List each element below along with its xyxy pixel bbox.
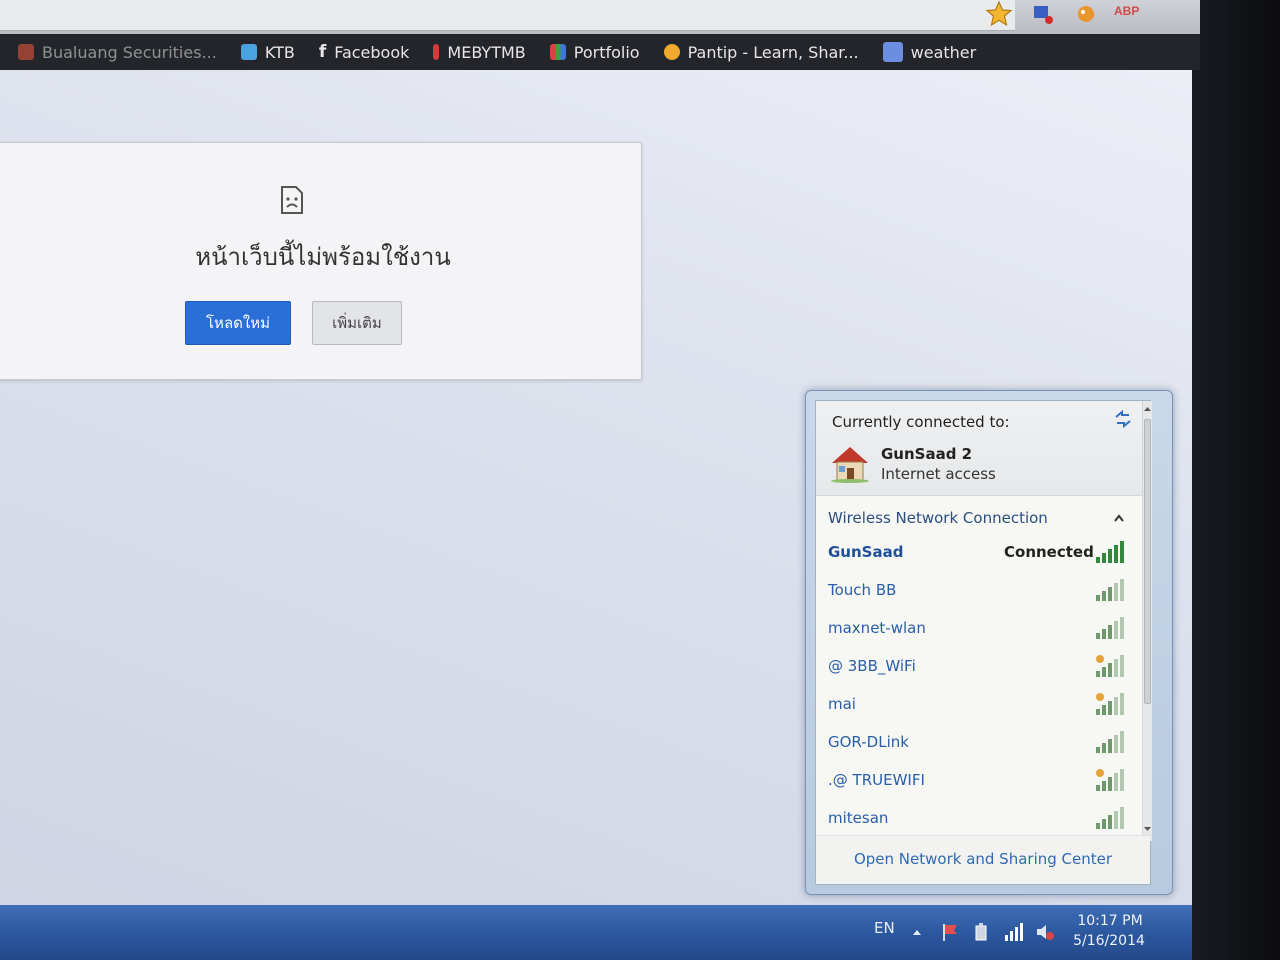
refresh-icon[interactable] [1112, 409, 1134, 429]
network-item[interactable]: mai [816, 685, 1142, 723]
network-item[interactable]: .@ TRUEWIFI [816, 761, 1142, 799]
bookmark-weather[interactable]: weather [871, 42, 989, 62]
scroll-up-icon[interactable] [1144, 405, 1151, 413]
network-item[interactable]: mitesan [816, 799, 1142, 833]
network-flyout: Currently connected to: GunSaad 2 Intern… [805, 390, 1173, 895]
bookmark-facebook[interactable]: f Facebook [307, 42, 422, 62]
facebook-icon: f [318, 42, 327, 62]
extension-icon[interactable] [1032, 3, 1054, 25]
signal-strength-icon [1096, 769, 1124, 791]
bookmark-label: Bualuang Securities... [42, 42, 217, 62]
network-name: .@ TRUEWIFI [828, 771, 925, 789]
signal-strength-icon [1096, 655, 1124, 677]
more-button[interactable]: เพิ่มเติม [312, 301, 402, 345]
signal-strength-icon [1096, 731, 1124, 753]
bookmark-bualuang[interactable]: Bualuang Securities... [0, 43, 229, 62]
network-sharing-center-link[interactable]: Open Network and Sharing Center [816, 850, 1150, 868]
network-name: mitesan [828, 809, 889, 827]
chevron-up-icon[interactable] [1113, 513, 1125, 523]
show-hidden-icons-icon[interactable] [910, 921, 924, 943]
network-item[interactable]: GunSaad Connected [816, 533, 1142, 571]
signal-strength-icon [1096, 693, 1124, 715]
network-flyout-panel: Currently connected to: GunSaad 2 Intern… [815, 400, 1152, 885]
extension-icon[interactable] [1075, 3, 1097, 25]
scroll-thumb[interactable] [1144, 419, 1151, 704]
current-network-name: GunSaad 2 [881, 445, 973, 463]
bookmark-label: weather [910, 42, 977, 62]
error-title: หน้าเว็บนี้ไม่พร้อมใช้งาน [195, 243, 451, 271]
ktb-icon [240, 44, 257, 60]
network-name: GunSaad [828, 543, 904, 561]
wireless-section-header[interactable]: Wireless Network Connection [828, 509, 1048, 527]
scroll-down-icon[interactable] [1144, 825, 1151, 833]
flyout-footer: Open Network and Sharing Center [816, 835, 1150, 884]
bookmark-label: Facebook [334, 42, 410, 62]
error-card: หน้าเว็บนี้ไม่พร้อมใช้งาน โหลดใหม่ เพิ่ม… [0, 142, 642, 380]
signal-strength-icon [1096, 807, 1124, 829]
address-bar[interactable] [0, 0, 1015, 31]
signal-strength-icon [1096, 541, 1124, 563]
bookmark-label: Pantip - Learn, Shar... [687, 42, 859, 62]
clock-time[interactable]: 10:17 PM [1072, 913, 1148, 929]
network-name: @ 3BB_WiFi [828, 657, 916, 675]
bookmark-portfolio[interactable]: Portfolio [538, 43, 652, 62]
bookmark-ktb[interactable]: KTB [229, 43, 307, 62]
network-name: mai [828, 695, 856, 713]
connection-state: Connected [1004, 543, 1094, 561]
network-item[interactable]: Touch BB [816, 571, 1142, 609]
signal-strength-icon [1096, 579, 1124, 601]
volume-icon[interactable] [1034, 921, 1056, 943]
bookmark-star-icon[interactable] [985, 0, 1013, 28]
network-item[interactable]: @ 3BB_WiFi [816, 647, 1142, 685]
bookmark-label: KTB [264, 42, 295, 62]
power-icon[interactable] [971, 921, 993, 943]
clock-date[interactable]: 5/16/2014 [1068, 933, 1150, 949]
mebytmb-icon [433, 44, 440, 60]
network-item[interactable]: GOR-DLink [816, 723, 1142, 761]
current-network-status: Internet access [881, 465, 996, 483]
current-connection: Currently connected to: GunSaad 2 Intern… [816, 401, 1150, 496]
language-indicator[interactable]: EN [874, 919, 895, 937]
reload-button[interactable]: โหลดใหม่ [185, 301, 291, 345]
bookmark-pantip[interactable]: Pantip - Learn, Shar... [652, 43, 871, 62]
network-name: maxnet-wlan [828, 619, 926, 637]
bookmark-label: Portfolio [573, 42, 640, 62]
browser-toolbar: ABP [0, 0, 1200, 34]
weather-icon [882, 42, 903, 62]
wifi-tray-icon[interactable] [1003, 921, 1025, 943]
sad-page-icon [281, 186, 303, 214]
action-center-flag-icon[interactable] [940, 921, 962, 943]
signal-strength-icon [1096, 617, 1124, 639]
network-item[interactable]: maxnet-wlan [816, 609, 1142, 647]
bualuang-icon [18, 44, 34, 60]
bookmarks-bar: Bualuang Securities... KTB f Facebook ME… [0, 34, 1200, 70]
scrollbar[interactable] [1142, 401, 1152, 841]
network-house-icon [831, 447, 869, 483]
bookmark-label: MEBYTMB [447, 42, 526, 62]
pantip-icon [663, 44, 680, 60]
taskbar: EN 10:17 PM 5/16/2014 [0, 905, 1192, 960]
currently-connected-label: Currently connected to: [832, 413, 1010, 431]
portfolio-icon [549, 44, 566, 60]
network-list: GunSaad Connected Touch BB maxnet-wlan @ 3BB… [816, 533, 1142, 833]
network-name: Touch BB [828, 581, 897, 599]
network-name: GOR-DLink [828, 733, 909, 751]
bookmark-mebytmb[interactable]: MEBYTMB [421, 43, 537, 62]
screen-bezel [1188, 0, 1280, 960]
adblock-icon[interactable]: ABP [1114, 4, 1139, 18]
